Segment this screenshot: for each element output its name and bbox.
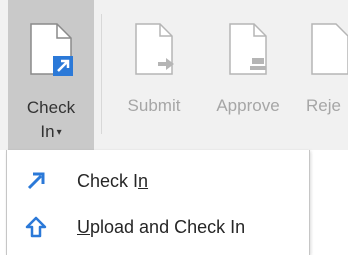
submit-button[interactable]: Submit xyxy=(110,0,198,150)
approve-button[interactable]: Approve xyxy=(200,0,296,150)
ribbon-bar: Check In ▾ Submit Approve Reje xyxy=(0,0,348,150)
menu-item-check-in-label: Check In xyxy=(77,170,149,191)
reject-label: Reje xyxy=(306,96,341,115)
menu-item-upload-and-check-in[interactable]: Upload and Check In xyxy=(7,208,309,246)
check-in-button[interactable]: Check In ▾ xyxy=(8,0,94,150)
dropdown-caret-icon: ▾ xyxy=(56,127,62,138)
reject-document-icon xyxy=(311,23,348,75)
check-in-document-icon xyxy=(30,23,73,76)
check-in-arrow-icon xyxy=(27,172,45,190)
approve-document-icon xyxy=(229,23,267,75)
approve-label: Approve xyxy=(216,96,280,115)
menu-item-upload-label: Upload and Check In xyxy=(77,216,246,237)
submit-label: Submit xyxy=(127,96,181,115)
check-in-label: Check In ▾ xyxy=(26,98,76,141)
reject-button[interactable]: Reje xyxy=(300,0,348,150)
submit-document-icon xyxy=(135,23,174,75)
check-in-dropdown-menu: Check In Upload and Check In xyxy=(6,150,310,255)
upload-arrow-icon xyxy=(25,216,47,238)
ribbon-divider xyxy=(101,14,102,134)
menu-item-check-in[interactable]: Check In xyxy=(7,162,309,200)
